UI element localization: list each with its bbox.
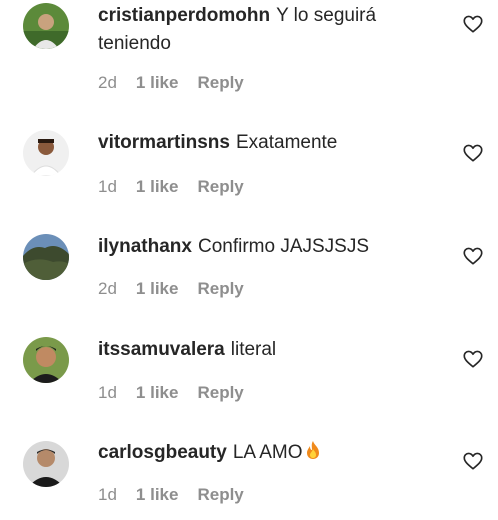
comment-username[interactable]: ilynathanx — [98, 236, 192, 257]
comment-username[interactable]: vitormartinsns — [98, 132, 230, 153]
comment-body: itssamuvalera literal — [98, 336, 438, 364]
avatar[interactable] — [23, 130, 69, 176]
fire-emoji — [304, 440, 322, 469]
comment-text: Confirmo JAJSJSJS — [197, 236, 370, 257]
comment-likes[interactable]: 1 like — [136, 177, 179, 196]
avatar[interactable] — [23, 337, 69, 383]
comment-body: ilynathanx Confirmo JAJSJSJS — [98, 233, 438, 261]
comment-body: vitormartinsns Exatamente — [98, 129, 438, 157]
comment-meta: 2d 1 like Reply — [98, 73, 263, 93]
reply-button[interactable]: Reply — [197, 73, 243, 92]
comment-body: cristianperdomohn Y lo seguirá teniendo — [98, 2, 438, 58]
comment-meta: 2d 1 like Reply — [98, 279, 263, 299]
comment-time: 1d — [98, 485, 117, 504]
comment-time: 1d — [98, 383, 117, 402]
heart-outline-icon[interactable] — [462, 450, 484, 472]
comment-meta: 1d 1 like Reply — [98, 177, 263, 197]
avatar[interactable] — [23, 234, 69, 280]
reply-button[interactable]: Reply — [197, 485, 243, 504]
comment-username[interactable]: carlosgbeauty — [98, 442, 227, 463]
reply-button[interactable]: Reply — [197, 279, 243, 298]
comment-body: carlosgbeauty LA AMO — [98, 439, 438, 469]
comment-likes[interactable]: 1 like — [136, 73, 179, 92]
heart-outline-icon[interactable] — [462, 13, 484, 35]
comment-likes[interactable]: 1 like — [136, 383, 179, 402]
comment-text: literal — [230, 339, 277, 360]
heart-outline-icon[interactable] — [462, 348, 484, 370]
avatar[interactable] — [23, 3, 69, 49]
comment-time: 1d — [98, 177, 117, 196]
comment-meta: 1d 1 like Reply — [98, 383, 263, 403]
comment-time: 2d — [98, 279, 117, 298]
comment-text: LA AMO — [232, 442, 303, 463]
comment-username[interactable]: itssamuvalera — [98, 339, 225, 360]
heart-outline-icon[interactable] — [462, 245, 484, 267]
comment-likes[interactable]: 1 like — [136, 485, 179, 504]
reply-button[interactable]: Reply — [197, 177, 243, 196]
comment-likes[interactable]: 1 like — [136, 279, 179, 298]
comment-text: Exatamente — [235, 132, 338, 153]
avatar[interactable] — [23, 441, 69, 487]
comment-username[interactable]: cristianperdomohn — [98, 5, 270, 26]
reply-button[interactable]: Reply — [197, 383, 243, 402]
heart-outline-icon[interactable] — [462, 142, 484, 164]
comment-time: 2d — [98, 73, 117, 92]
comment-meta: 1d 1 like Reply — [98, 485, 263, 505]
